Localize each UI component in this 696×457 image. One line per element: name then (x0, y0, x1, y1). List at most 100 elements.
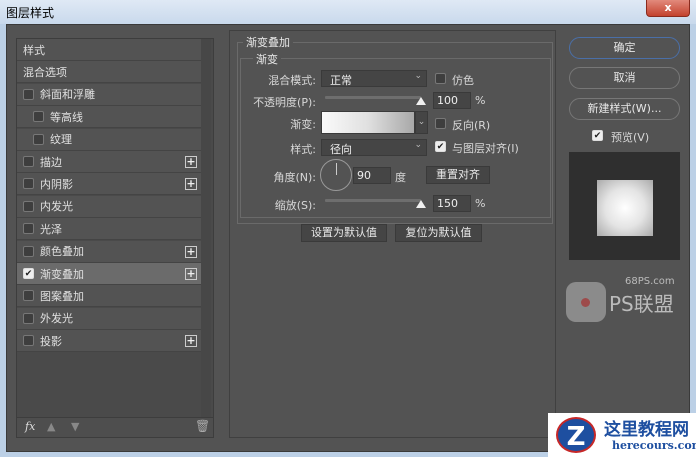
add-icon[interactable]: + (185, 335, 197, 348)
blend-mode-select[interactable]: 正常 ⌄ (321, 70, 427, 87)
group-title: 渐变叠加 (243, 34, 293, 50)
preview-checkbox[interactable]: ✔ (592, 130, 603, 141)
opacity-slider[interactable] (325, 96, 421, 99)
add-icon[interactable]: + (185, 245, 197, 258)
angle-dial[interactable] (320, 159, 352, 191)
site-logo-icon: Z (556, 417, 596, 453)
watermark-site: 68PS.com (625, 276, 675, 287)
move-up-icon[interactable]: ▲ (47, 420, 55, 433)
blend-mode-label: 混合模式: (268, 74, 316, 87)
opacity-unit: % (475, 94, 486, 107)
sidebar-item[interactable]: 样式 (17, 39, 201, 61)
sidebar-item-checkbox[interactable]: ✔ (23, 268, 34, 279)
add-icon[interactable]: + (185, 156, 197, 168)
align-checkbox[interactable]: ✔ (435, 141, 446, 152)
reset-default-button[interactable]: 复位为默认值 (395, 224, 482, 242)
title-bar: 图层样式 (0, 0, 696, 24)
sidebar-item-checkbox[interactable] (23, 156, 34, 167)
subgroup-title: 渐变 (253, 51, 281, 67)
sidebar-item-checkbox[interactable] (23, 312, 34, 324)
sidebar-item-label: 内阴影 (40, 177, 73, 191)
sidebar-item-checkbox[interactable] (23, 335, 34, 347)
opacity-slider-thumb[interactable] (416, 97, 426, 105)
opacity-input[interactable]: 100 (433, 92, 471, 109)
style-list-panel: 样式混合选项斜面和浮雕等高线纹理描边 + 内阴影 + 内发光光泽颜色叠加 + ✔ 渐变叠加 + 图… (16, 38, 214, 438)
sidebar-item-checkbox[interactable] (23, 88, 34, 100)
add-icon[interactable]: + (185, 178, 197, 191)
sidebar-item[interactable]: 内阴影 + (17, 173, 201, 196)
sidebar-item-label: 混合选项 (23, 65, 67, 79)
style-label: 样式: (290, 143, 316, 156)
angle-input[interactable]: 90 (353, 167, 391, 184)
sidebar-item-label: 样式 (23, 43, 45, 57)
style-value: 径向 (330, 143, 352, 156)
sidebar-item-label: 图案叠加 (40, 289, 84, 303)
chevron-down-icon: ⌄ (414, 71, 422, 81)
preview-label: 预览(V) (611, 131, 650, 144)
reset-alignment-button[interactable]: 重置对齐 (426, 166, 490, 184)
gradient-picker-chevron-icon[interactable]: ⌄ (415, 111, 428, 134)
sidebar-item[interactable]: 颜色叠加 + (17, 240, 201, 263)
move-down-icon[interactable]: ▼ (71, 420, 79, 433)
chevron-down-icon: ⌄ (414, 140, 422, 150)
preview-swatch (597, 180, 653, 236)
sidebar-item[interactable]: 投影 + (17, 330, 201, 353)
window-title: 图层样式 (6, 6, 55, 20)
scale-input[interactable]: 150 (433, 195, 471, 212)
new-style-button[interactable]: 新建样式(W)... (569, 98, 680, 120)
reverse-label: 反向(R) (452, 119, 491, 132)
preview-box (569, 152, 680, 260)
fx-icon[interactable]: fx (25, 420, 35, 433)
sidebar-item-label: 描边 (40, 155, 62, 169)
sidebar-item[interactable]: 描边 + (17, 151, 201, 173)
angle-dial-needle (336, 163, 337, 175)
opacity-label: 不透明度(P): (253, 96, 316, 109)
sidebar-item[interactable]: 斜面和浮雕 (17, 83, 201, 106)
sidebar-item[interactable]: ✔ 渐变叠加 + (17, 263, 201, 285)
trash-icon[interactable]: 🗑 (195, 419, 210, 433)
sidebar-item-checkbox[interactable] (23, 290, 34, 302)
gradient-swatch[interactable] (321, 111, 415, 134)
gradient-label: 渐变: (290, 118, 316, 131)
dither-label: 仿色 (452, 74, 474, 87)
sidebar-item[interactable]: 等高线 (17, 106, 201, 129)
site-name: 这里教程网 (604, 420, 689, 440)
ok-button[interactable]: 确定 (569, 37, 680, 59)
set-default-button[interactable]: 设置为默认值 (301, 224, 387, 242)
sidebar-item-label: 光泽 (40, 222, 62, 236)
sidebar-item-label: 投影 (40, 334, 62, 348)
blend-mode-value: 正常 (330, 74, 352, 87)
scale-slider-thumb[interactable] (416, 200, 426, 208)
sidebar-item-checkbox[interactable] (23, 200, 34, 212)
angle-unit: 度 (395, 171, 406, 184)
ps-logo-icon (566, 282, 606, 322)
sidebar-item[interactable]: 内发光 (17, 195, 201, 218)
sidebar-item[interactable]: 光泽 (17, 218, 201, 241)
cancel-button[interactable]: 取消 (569, 67, 680, 89)
sidebar-item-checkbox[interactable] (33, 133, 44, 145)
sidebar-item[interactable]: 混合选项 (17, 61, 201, 84)
sidebar-item-checkbox[interactable] (23, 178, 34, 190)
sidebar-item[interactable]: 图案叠加 (17, 285, 201, 308)
scrollbar[interactable] (201, 39, 211, 417)
close-button[interactable]: x (646, 0, 690, 17)
style-select[interactable]: 径向 ⌄ (321, 139, 427, 156)
reverse-checkbox[interactable] (435, 118, 446, 129)
add-icon[interactable]: + (185, 268, 197, 280)
sidebar-item-checkbox[interactable] (33, 111, 44, 123)
sidebar-item[interactable]: 纹理 (17, 128, 201, 151)
sidebar-item-checkbox[interactable] (23, 223, 34, 235)
sidebar-item-label: 外发光 (40, 312, 73, 326)
sidebar-item-label: 渐变叠加 (40, 267, 84, 281)
site-watermark: Z 这里教程网 herecours.com (548, 413, 696, 457)
dither-checkbox[interactable] (435, 73, 446, 84)
list-footer: fx ▲ ▼ 🗑 (17, 417, 213, 437)
sidebar-item-label: 等高线 (50, 110, 83, 124)
align-label: 与图层对齐(I) (452, 142, 519, 155)
sidebar-item-label: 内发光 (40, 200, 73, 214)
scale-slider[interactable] (325, 199, 421, 202)
angle-label: 角度(N): (273, 171, 316, 184)
sidebar-item[interactable]: 外发光 (17, 307, 201, 330)
site-url: herecours.com (612, 439, 696, 452)
sidebar-item-checkbox[interactable] (23, 245, 34, 257)
